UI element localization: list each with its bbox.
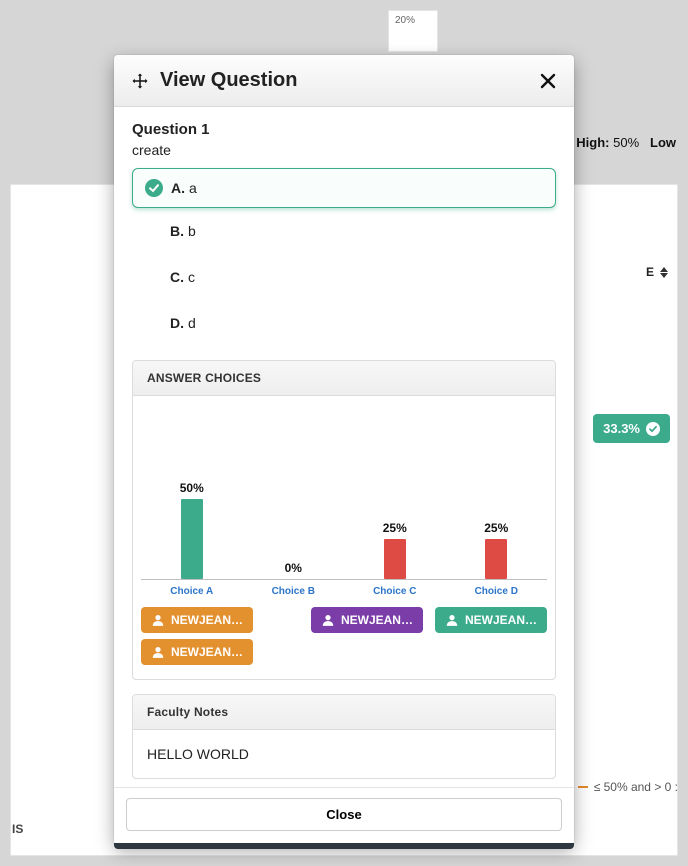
faculty-notes-header: Faculty Notes: [133, 695, 555, 730]
chart-col-choice-a: 50%: [141, 481, 243, 579]
answer-choices-section: ANSWER CHOICES 50%0%25%25% Choice AChoic…: [132, 360, 556, 680]
respondent-name: NEWJEAN…: [465, 613, 537, 627]
chips-col-a: NEWJEAN… NEWJEAN…: [141, 607, 253, 665]
modal-header: View Question: [114, 55, 574, 107]
check-circle-icon: [145, 179, 163, 197]
bar: [181, 499, 203, 579]
choice-letter: B.: [170, 223, 184, 239]
bar-value-label: 25%: [383, 521, 407, 535]
check-circle-icon: [646, 422, 660, 436]
chips-col-d: NEWJEAN…: [435, 607, 547, 665]
choice-text: a: [189, 180, 197, 196]
faculty-notes-section: Faculty Notes HELLO WORLD: [132, 694, 556, 779]
choice-letter: A.: [171, 180, 185, 196]
choice-text: c: [188, 269, 195, 285]
choice-text: d: [188, 315, 196, 331]
chart-axis-labels: Choice AChoice BChoice CChoice D: [141, 580, 547, 607]
chart-col-choice-d: 25%: [446, 521, 548, 579]
bg-is-label: IS: [12, 822, 23, 836]
bar: [384, 539, 406, 579]
legend-dash-icon: [578, 786, 588, 788]
respondent-chip[interactable]: NEWJEAN…: [435, 607, 547, 633]
chart-col-choice-b: 0%: [243, 561, 345, 579]
sort-icon: [660, 267, 668, 278]
modal-footer: Close: [114, 787, 574, 845]
legend-item: ≤ 50% and > 0 :: [578, 780, 678, 794]
respondent-chip[interactable]: NEWJEAN…: [141, 607, 253, 633]
column-header-e[interactable]: E: [646, 265, 668, 279]
bar: [485, 539, 507, 579]
modal-shadow: [114, 843, 574, 849]
respondent-chip[interactable]: NEWJEAN…: [141, 639, 253, 665]
choice-letter: D.: [170, 315, 184, 331]
question-text: create: [132, 142, 556, 158]
view-question-modal: View Question Question 1 create A. aB. b…: [114, 55, 574, 845]
person-icon: [151, 613, 165, 627]
choice-list: A. aB. bC. cD. d: [132, 168, 556, 346]
bg-percent-box: 20%: [388, 10, 438, 52]
choice-b: B. b: [132, 208, 556, 254]
move-icon[interactable]: [130, 71, 150, 91]
person-icon: [151, 645, 165, 659]
bar-value-label: 50%: [180, 481, 204, 495]
respondent-name: NEWJEAN…: [171, 613, 243, 627]
choice-text: b: [188, 223, 196, 239]
bar-value-label: 0%: [285, 561, 302, 575]
question-heading: Question 1: [132, 121, 556, 138]
percentage-badge: 33.3%: [593, 414, 670, 443]
axis-label[interactable]: Choice D: [446, 580, 548, 607]
choice-a: A. a: [132, 168, 556, 208]
choice-letter: C.: [170, 269, 184, 285]
choice-c: C. c: [132, 254, 556, 300]
respondent-chips-row: NEWJEAN… NEWJEAN… NEWJEAN… NEWJEAN…: [141, 607, 547, 665]
close-button[interactable]: Close: [126, 798, 562, 831]
respondent-chip[interactable]: NEWJEAN…: [311, 607, 423, 633]
respondent-name: NEWJEAN…: [171, 645, 243, 659]
axis-label[interactable]: Choice B: [243, 580, 345, 607]
faculty-notes-body: HELLO WORLD: [133, 730, 555, 778]
axis-label[interactable]: Choice C: [344, 580, 446, 607]
person-icon: [321, 613, 335, 627]
modal-title: View Question: [160, 69, 538, 92]
bar-value-label: 25%: [484, 521, 508, 535]
answer-distribution-chart: 50% 0% 25% 25%: [141, 410, 547, 580]
chips-col-c: NEWJEAN…: [311, 607, 423, 665]
chips-col-b: [265, 607, 299, 665]
axis-label[interactable]: Choice A: [141, 580, 243, 607]
answer-choices-header: ANSWER CHOICES: [133, 361, 555, 396]
respondent-name: NEWJEAN…: [341, 613, 413, 627]
choice-d: D. d: [132, 300, 556, 346]
chart-col-choice-c: 25%: [344, 521, 446, 579]
person-icon: [445, 613, 459, 627]
close-icon[interactable]: [538, 71, 558, 91]
